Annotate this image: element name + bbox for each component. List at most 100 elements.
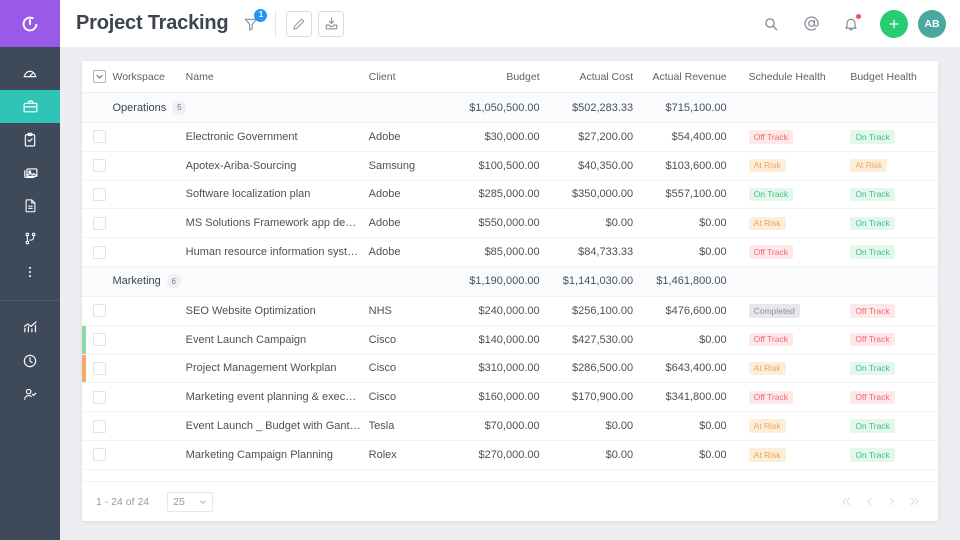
row-name-cell[interactable]: Marketing event planning & executi...: [185, 382, 369, 413]
row-actual-cost-cell: $427,530.00: [551, 325, 646, 355]
edit-button[interactable]: [286, 10, 313, 37]
row-name-cell[interactable]: Human resource information syste...: [185, 237, 369, 267]
table-row[interactable]: Event Launch _ Budget with Gantt ... Tesl…: [82, 411, 938, 441]
row-checkbox[interactable]: [93, 216, 106, 230]
column-header-workspace[interactable]: Workspace: [112, 61, 186, 93]
sidebar-item-projects[interactable]: [0, 90, 60, 123]
row-checkbox[interactable]: [93, 245, 106, 259]
mentions-button[interactable]: [796, 9, 826, 39]
prev-page-button[interactable]: [858, 496, 880, 507]
more-vertical-icon: [29, 266, 31, 277]
row-name-cell[interactable]: Electronic Government: [185, 122, 369, 152]
table-row[interactable]: MS Solutions Framework app devel... Adobe…: [82, 208, 938, 239]
table-row[interactable]: Electronic Government Adobe $30,000.00 $27,…: [82, 122, 938, 152]
app-root: Project Tracking 1 AB Workspace Name Cli…: [0, 0, 960, 540]
row-schedule-health-cell: Off Track: [738, 122, 841, 152]
sidebar-item-tasks[interactable]: [8, 123, 52, 156]
row-budget-cell: $140,000.00: [458, 325, 552, 355]
table-row[interactable]: Apotex-Ariba-Sourcing Samsung $100,500.00 $…: [82, 151, 938, 181]
sidebar-item-media[interactable]: [8, 156, 52, 189]
last-page-button[interactable]: [902, 496, 924, 507]
row-select-cell: [82, 440, 113, 470]
first-page-icon: [841, 497, 850, 506]
row-name-cell[interactable]: Event Launch Campaign: [185, 325, 369, 355]
page-size-select[interactable]: 25: [167, 491, 214, 512]
row-checkbox[interactable]: [93, 159, 106, 173]
row-accent-bar: [82, 325, 86, 354]
filter-count-badge: 1: [254, 8, 268, 22]
column-header-schedule-health[interactable]: Schedule Health: [738, 61, 841, 93]
sidebar-item-more[interactable]: [8, 255, 52, 288]
row-select-cell: [82, 325, 113, 355]
row-workspace-cell: [112, 208, 186, 239]
sidebar-item-dashboard[interactable]: [8, 57, 52, 90]
sidebar-item-analytics[interactable]: [8, 311, 52, 344]
notifications-button[interactable]: [836, 9, 866, 39]
row-name-cell[interactable]: Project Management Workplan: [185, 354, 369, 384]
row-workspace-cell: [112, 151, 186, 181]
search-button[interactable]: [756, 9, 786, 39]
table-row[interactable]: Marketing Campaign Planning Rolex $270,000…: [82, 440, 938, 470]
column-header-budget-health[interactable]: Budget Health: [840, 61, 938, 93]
row-actual-revenue-cell: $0.00: [645, 411, 739, 441]
table-footer: 1 - 24 of 24 25: [82, 481, 938, 521]
row-schedule-health-cell: Off Track: [738, 237, 841, 267]
next-page-button[interactable]: [880, 496, 902, 507]
chevron-down-icon: [200, 500, 206, 504]
group-row[interactable]: Marketing 6 $1,190,000.00 $1,141,030.00 $1,4…: [82, 266, 938, 297]
table-row[interactable]: Software localization plan Adobe $285,000.…: [82, 180, 938, 210]
table-row[interactable]: Marketing event planning & executi... Cis…: [82, 382, 938, 413]
row-name-cell[interactable]: Software localization plan: [185, 180, 369, 210]
table-row[interactable]: Project Management Workplan Cisco $310,000…: [82, 354, 938, 384]
column-header-name[interactable]: Name: [185, 61, 369, 93]
row-client-cell: NHS: [368, 296, 459, 326]
row-name-text: Marketing event planning & executi...: [185, 391, 367, 404]
clock-icon: [23, 354, 37, 367]
table-row[interactable]: Event Launch Campaign Cisco $140,000.00 $42…: [82, 325, 938, 355]
table-row[interactable]: SEO Website Optimization NHS $240,000.00 $2…: [82, 296, 938, 326]
row-checkbox[interactable]: [93, 187, 106, 201]
group-row[interactable]: Operations 5 $1,050,500.00 $502,283.33 $715,…: [82, 92, 938, 123]
sidebar-item-members[interactable]: [8, 377, 52, 410]
app-logo[interactable]: [0, 0, 60, 47]
column-header-actual-revenue[interactable]: Actual Revenue: [645, 61, 739, 93]
row-name-text: Apotex-Ariba-Sourcing: [185, 159, 297, 172]
export-button[interactable]: [318, 10, 345, 37]
row-name-cell[interactable]: SEO Website Optimization: [185, 296, 369, 326]
column-header-client[interactable]: Client: [368, 61, 459, 93]
filter-button[interactable]: 1: [243, 8, 268, 32]
row-checkbox[interactable]: [93, 361, 106, 375]
row-checkbox[interactable]: [93, 448, 106, 462]
column-header-budget[interactable]: Budget: [458, 61, 552, 93]
row-checkbox[interactable]: [93, 419, 106, 433]
add-button[interactable]: [880, 9, 908, 38]
row-budget-health-cell: On Track: [840, 208, 938, 239]
first-page-button[interactable]: [836, 496, 858, 507]
sidebar-item-documents[interactable]: [8, 189, 52, 222]
row-checkbox[interactable]: [93, 130, 106, 144]
group-cost-cell: $1,141,030.00: [551, 266, 646, 297]
sidebar-item-time[interactable]: [8, 344, 52, 377]
row-checkbox[interactable]: [93, 333, 106, 347]
row-checkbox[interactable]: [93, 304, 106, 318]
group-name-cell: Marketing 6: [112, 266, 459, 297]
table-header-row: Workspace Name Client Budget Actual Cost…: [82, 61, 938, 93]
row-name-cell[interactable]: Event Launch _ Budget with Gantt ...: [185, 411, 369, 441]
pencil-icon: [293, 18, 305, 30]
row-budget-cell: $85,000.00: [458, 237, 552, 267]
column-header-actual-cost[interactable]: Actual Cost: [551, 61, 646, 93]
avatar[interactable]: AB: [918, 9, 946, 38]
table-row[interactable]: Human resource information syste... Adobe…: [82, 237, 938, 267]
row-name-cell[interactable]: MS Solutions Framework app devel...: [185, 208, 369, 239]
gauge-icon: [23, 70, 37, 77]
row-client-cell: Samsung: [368, 151, 459, 181]
row-budget-cell: $285,000.00: [458, 180, 552, 210]
status-badge: On Track: [850, 187, 895, 202]
row-name-cell[interactable]: Marketing Campaign Planning: [185, 440, 369, 470]
group-schedule-health-cell: [738, 92, 841, 123]
sidebar-item-workflows[interactable]: [8, 222, 52, 255]
select-all-checkbox[interactable]: [93, 70, 106, 83]
row-name-cell[interactable]: Apotex-Ariba-Sourcing: [185, 151, 369, 181]
row-checkbox[interactable]: [93, 390, 106, 404]
export-tray-icon: [325, 17, 338, 30]
